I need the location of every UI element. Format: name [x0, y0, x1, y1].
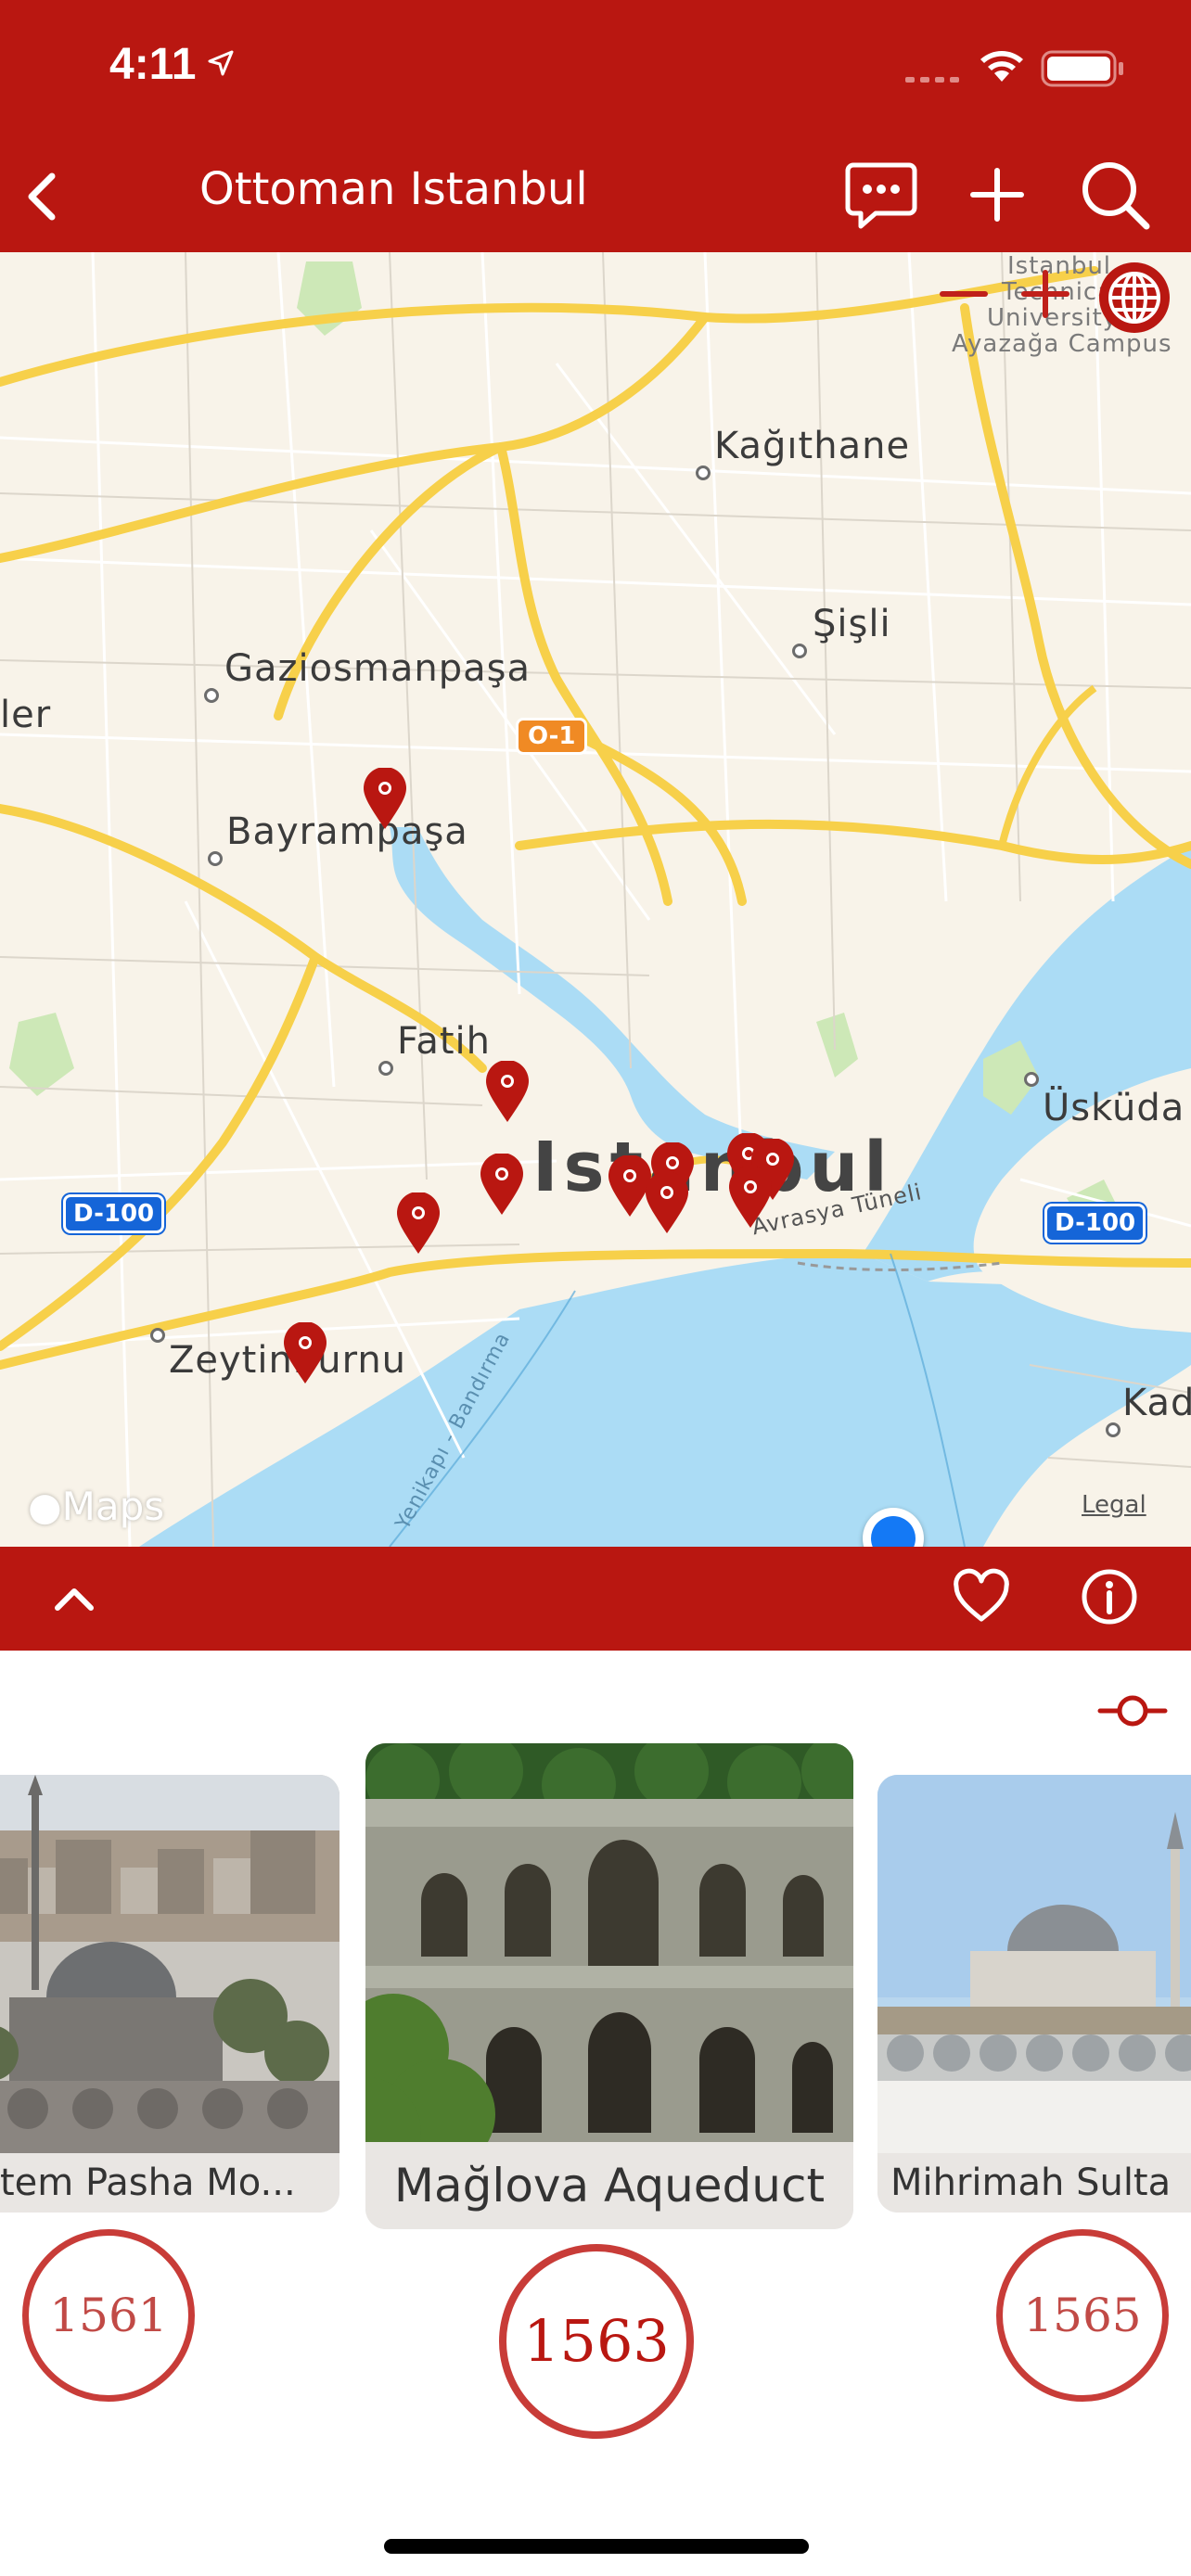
map-pin-icon: [729, 1166, 772, 1228]
globe-button[interactable]: [1096, 260, 1172, 336]
map-view[interactable]: Istanbul Technical University Ayazağa Ca…: [0, 252, 1191, 1547]
map-pin[interactable]: [727, 1166, 774, 1230]
chat-bubble-icon: [845, 162, 917, 229]
zoom-in-button[interactable]: [1018, 267, 1072, 321]
chevron-left-icon: [28, 172, 56, 221]
battery-icon: [1041, 48, 1126, 94]
road-badge-d100-left: D-100: [63, 1194, 165, 1233]
map-pin-icon: [486, 1060, 529, 1122]
timeline-filter-icon: [1097, 1695, 1168, 1727]
card-title: Mağlova Aqueduct: [365, 2142, 853, 2229]
globe-icon: [1099, 262, 1170, 333]
map-pin[interactable]: [362, 767, 408, 831]
favorite-button[interactable]: [952, 1567, 1011, 1626]
chat-button[interactable]: [842, 156, 920, 234]
status-bar: 4:11: [0, 0, 1191, 139]
location-arrow-icon: [206, 48, 236, 83]
map-place-dot: [204, 688, 219, 703]
heart-icon: [954, 1568, 1009, 1622]
map-pin-icon: [397, 1192, 440, 1254]
map-label-uskudar: Üsküda: [1043, 1087, 1185, 1129]
year-badge[interactable]: 1561: [22, 2229, 195, 2402]
legal-link[interactable]: Legal: [1082, 1491, 1146, 1519]
navigation-bar: Ottoman Istanbul: [0, 139, 1191, 252]
home-indicator[interactable]: [384, 2539, 809, 2554]
wifi-icon: [977, 46, 1027, 88]
site-card-maglova-aqueduct[interactable]: Mağlova Aqueduct: [365, 1743, 853, 2229]
site-card-rustem-pasha[interactable]: tem Pasha Mo...: [0, 1775, 339, 2213]
map-place-dot: [378, 1061, 393, 1076]
status-time: 4:11: [109, 40, 197, 89]
page-title: Ottoman Istanbul: [199, 163, 588, 215]
info-button[interactable]: [1080, 1567, 1139, 1626]
map-pin-icon: [480, 1153, 523, 1215]
year-badge[interactable]: 1565: [996, 2229, 1169, 2402]
map-place-dot: [1106, 1422, 1121, 1437]
site-card-mihrimah-sultan[interactable]: Mihrimah Sulta: [877, 1775, 1191, 2213]
maps-attribution-text: Maps: [61, 1484, 165, 1529]
map-place-dot: [208, 851, 223, 866]
map-label-kad: Kad: [1122, 1382, 1191, 1424]
map-place-dot: [792, 644, 807, 658]
plus-icon: [970, 168, 1024, 222]
map-pin-icon: [284, 1321, 327, 1384]
road-badge-o1: O-1: [516, 718, 588, 755]
add-button[interactable]: [965, 159, 1030, 230]
map-label-fatih: Fatih: [397, 1020, 491, 1063]
map-label-bayrampasa: Bayrampaşa: [226, 810, 468, 853]
map-label-ler: ler: [0, 694, 52, 736]
map-label-kagithane: Kağıthane: [714, 425, 911, 467]
minus-icon: [940, 291, 988, 297]
map-place-dot: [150, 1328, 165, 1343]
map-label-gaziosmanpasa: Gaziosmanpaşa: [224, 647, 531, 690]
card-title: tem Pasha Mo...: [0, 2153, 339, 2213]
expand-button[interactable]: [46, 1575, 102, 1621]
search-icon: [1082, 162, 1150, 230]
map-pin[interactable]: [644, 1171, 690, 1235]
plus-icon: [1021, 270, 1069, 318]
card-title: Mihrimah Sulta: [877, 2153, 1191, 2213]
map-place-dot: [696, 465, 711, 480]
timeline-filter-button[interactable]: [1096, 1688, 1169, 1734]
apple-logo-icon: ●: [28, 1484, 62, 1529]
map-pin[interactable]: [484, 1060, 531, 1124]
card-image-aqueduct: [365, 1743, 853, 2172]
maps-attribution: ●Maps: [28, 1484, 164, 1529]
zoom-out-button[interactable]: [937, 267, 991, 321]
road-badge-d100-right: D-100: [1044, 1204, 1146, 1243]
map-pin[interactable]: [395, 1192, 442, 1256]
map-pin-icon: [364, 767, 406, 829]
back-button[interactable]: [15, 163, 70, 228]
year-badge-selected[interactable]: 1563: [499, 2244, 694, 2439]
map-place-dot: [1024, 1072, 1039, 1087]
search-button[interactable]: [1076, 156, 1154, 234]
map-pin[interactable]: [479, 1153, 525, 1217]
info-icon: [1082, 1569, 1137, 1625]
bottom-toolbar: [0, 1547, 1191, 1651]
card-image-mosque: [0, 1775, 339, 2164]
card-image-mosque: [877, 1775, 1191, 2164]
map-label-sisli: Şişli: [813, 603, 891, 645]
map-pin[interactable]: [282, 1321, 328, 1385]
chevron-up-icon: [55, 1588, 94, 1611]
cellular-signal-icon: [905, 72, 963, 89]
map-pin-icon: [646, 1171, 688, 1233]
